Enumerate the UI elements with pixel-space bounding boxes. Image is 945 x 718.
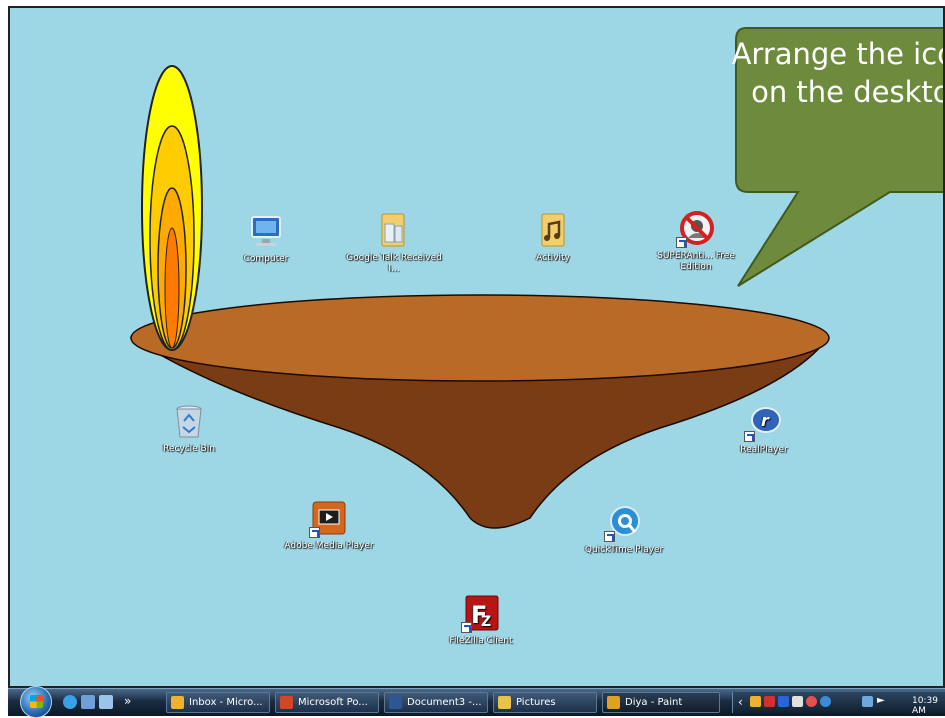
quicktime-icon bbox=[604, 502, 644, 542]
media-tray-icon[interactable] bbox=[778, 696, 789, 707]
desktop-icon-adobe-media-player[interactable]: Adobe Media Player bbox=[281, 498, 377, 552]
adobe-tray-icon[interactable] bbox=[764, 696, 775, 707]
activity-tray-icon[interactable] bbox=[820, 696, 831, 707]
desktop-icon-label: FileZilla Client bbox=[449, 636, 513, 646]
flame-core bbox=[164, 227, 180, 349]
adobe-media-player-icon bbox=[309, 498, 349, 538]
folder-icon bbox=[498, 696, 511, 709]
desktop-icon-label: RealPlayer bbox=[740, 445, 788, 455]
desktop-icon-label: Computer bbox=[243, 254, 289, 264]
svg-text:r: r bbox=[761, 411, 770, 430]
realplayer-icon: r bbox=[744, 402, 784, 442]
taskbar-button-document3[interactable]: Document3 -... bbox=[384, 692, 488, 713]
network-tray-icon[interactable] bbox=[862, 696, 873, 707]
folder-icon bbox=[374, 210, 414, 250]
volume-tray-icon[interactable]: ► bbox=[877, 695, 885, 706]
shortcut-arrow-icon bbox=[309, 527, 320, 538]
filezilla-icon: FZ bbox=[461, 593, 501, 633]
task-label: Inbox - Micro... bbox=[189, 697, 263, 708]
switch-windows-icon[interactable] bbox=[99, 695, 113, 709]
taskbar-button-inbox[interactable]: Inbox - Micro... bbox=[166, 692, 270, 713]
desktop-icon-activity[interactable]: Activity bbox=[505, 210, 601, 264]
clock[interactable]: 10:39 AM bbox=[912, 696, 945, 716]
desktop-icon-label: Recycle Bin bbox=[163, 444, 215, 454]
internet-explorer-icon[interactable] bbox=[63, 695, 77, 709]
desktop-icon-realplayer[interactable]: r RealPlayer bbox=[716, 402, 812, 456]
desktop-icon-label: Google Talk Received I... bbox=[346, 253, 442, 274]
taskbar: » Inbox - Micro... Microsoft Po... Docum… bbox=[8, 686, 945, 718]
notification-area: ‹ ► 10:39 AM bbox=[732, 692, 945, 716]
desktop-icon-label: Adobe Media Player bbox=[284, 541, 374, 551]
desktop[interactable]: Arrange the icons on the desktop Compute… bbox=[8, 6, 945, 688]
cursor-tray-icon[interactable] bbox=[792, 696, 803, 707]
desktop-icon-google-talk-folder[interactable]: Google Talk Received I... bbox=[346, 210, 442, 275]
shortcut-arrow-icon bbox=[744, 431, 755, 442]
windows-logo-icon bbox=[30, 695, 43, 708]
desktop-icon-filezilla[interactable]: FZ FileZilla Client bbox=[433, 593, 529, 647]
quick-launch-overflow-chevron[interactable]: » bbox=[124, 694, 131, 708]
recycle-bin-icon bbox=[169, 401, 209, 441]
desktop-icon-recycle-bin[interactable]: Recycle Bin bbox=[141, 401, 237, 455]
outlook-icon bbox=[171, 696, 184, 709]
powerpoint-icon bbox=[280, 696, 293, 709]
music-folder-icon bbox=[533, 210, 573, 250]
callout-text: Arrange the icons on the desktop bbox=[731, 37, 943, 109]
taskbar-button-pictures[interactable]: Pictures bbox=[493, 692, 597, 713]
desktop-icon-label: QuickTime Player bbox=[584, 545, 664, 555]
computer-icon bbox=[246, 211, 286, 251]
antispyware-tray-icon[interactable] bbox=[806, 696, 817, 707]
shortcut-arrow-icon bbox=[461, 622, 472, 633]
diya-bowl-rim bbox=[130, 294, 830, 382]
tray-expand-chevron[interactable]: ‹ bbox=[738, 695, 743, 709]
start-button[interactable] bbox=[20, 686, 52, 718]
desktop-icon-quicktime[interactable]: QuickTime Player bbox=[576, 502, 672, 556]
task-label: Microsoft Po... bbox=[298, 697, 368, 708]
shortcut-arrow-icon bbox=[604, 531, 615, 542]
show-desktop-icon[interactable] bbox=[81, 695, 95, 709]
desktop-icon-label: SUPERAnti... Free Edition bbox=[657, 251, 735, 272]
word-icon bbox=[389, 696, 402, 709]
task-label: Document3 -... bbox=[407, 697, 482, 708]
shortcut-arrow-icon bbox=[676, 237, 687, 248]
taskbar-button-diya-paint[interactable]: Diya - Paint bbox=[602, 692, 720, 713]
taskbar-button-powerpoint[interactable]: Microsoft Po... bbox=[275, 692, 379, 713]
task-label: Diya - Paint bbox=[625, 697, 683, 708]
mail-tray-icon[interactable] bbox=[750, 696, 761, 707]
paint-icon bbox=[607, 696, 620, 709]
svg-text:Z: Z bbox=[481, 614, 491, 630]
task-label: Pictures bbox=[516, 697, 556, 708]
desktop-icon-computer[interactable]: Computer bbox=[218, 211, 314, 265]
desktop-icon-superantispyware[interactable]: SUPERAnti... Free Edition bbox=[648, 208, 744, 273]
desktop-icon-label: Activity bbox=[536, 253, 570, 263]
superantispyware-icon bbox=[676, 208, 716, 248]
